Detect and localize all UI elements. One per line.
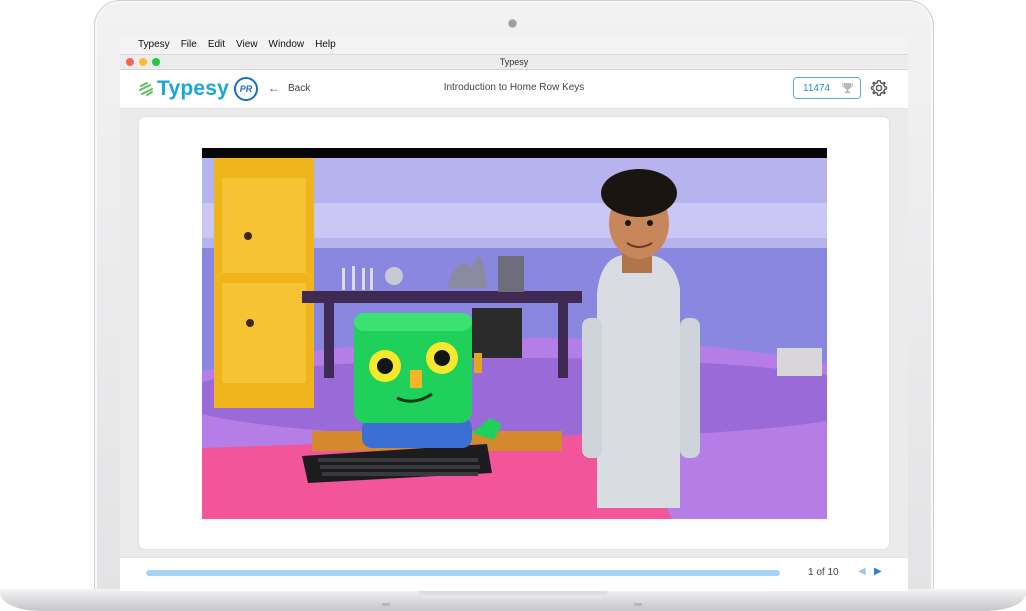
lesson-title: Introduction to Home Row Keys [443,82,585,93]
menu-window[interactable]: Window [269,36,305,54]
window-titlebar: Typesy [120,55,908,70]
lesson-progress-bar [146,570,780,576]
maximize-window-button[interactable] [152,58,160,66]
window-title: Typesy [499,57,529,67]
score-badge[interactable]: 11474 [793,77,861,99]
camera-icon [508,19,517,28]
menu-help[interactable]: Help [315,36,336,54]
app-header: Typesy PR ← Back Introduction to Home Ro… [120,70,908,109]
gear-icon[interactable] [870,79,888,97]
previous-page-button[interactable]: ◀ [858,566,866,577]
lesson-footer: 1 of 10 ◀ ▶ [120,557,908,591]
next-page-button[interactable]: ▶ [874,566,882,577]
laptop-foot [382,603,390,606]
menu-edit[interactable]: Edit [208,36,225,54]
close-window-button[interactable] [126,58,134,66]
menu-file[interactable]: File [181,36,197,54]
lesson-video[interactable] [202,148,827,519]
score-value: 11474 [803,82,831,94]
page-indicator: 1 of 10 [808,567,839,578]
menu-typesy[interactable]: Typesy [138,36,170,54]
laptop-foot [634,603,642,606]
menu-view[interactable]: View [236,36,258,54]
minimize-window-button[interactable] [139,58,147,66]
screen: Typesy File Edit View Window Help Typesy… [120,36,908,591]
video-frame [202,148,827,519]
trophy-icon [842,83,853,94]
lesson-progress-fill [146,570,780,576]
menu-bar: Typesy File Edit View Window Help [120,36,908,55]
lesson-card [139,117,889,549]
